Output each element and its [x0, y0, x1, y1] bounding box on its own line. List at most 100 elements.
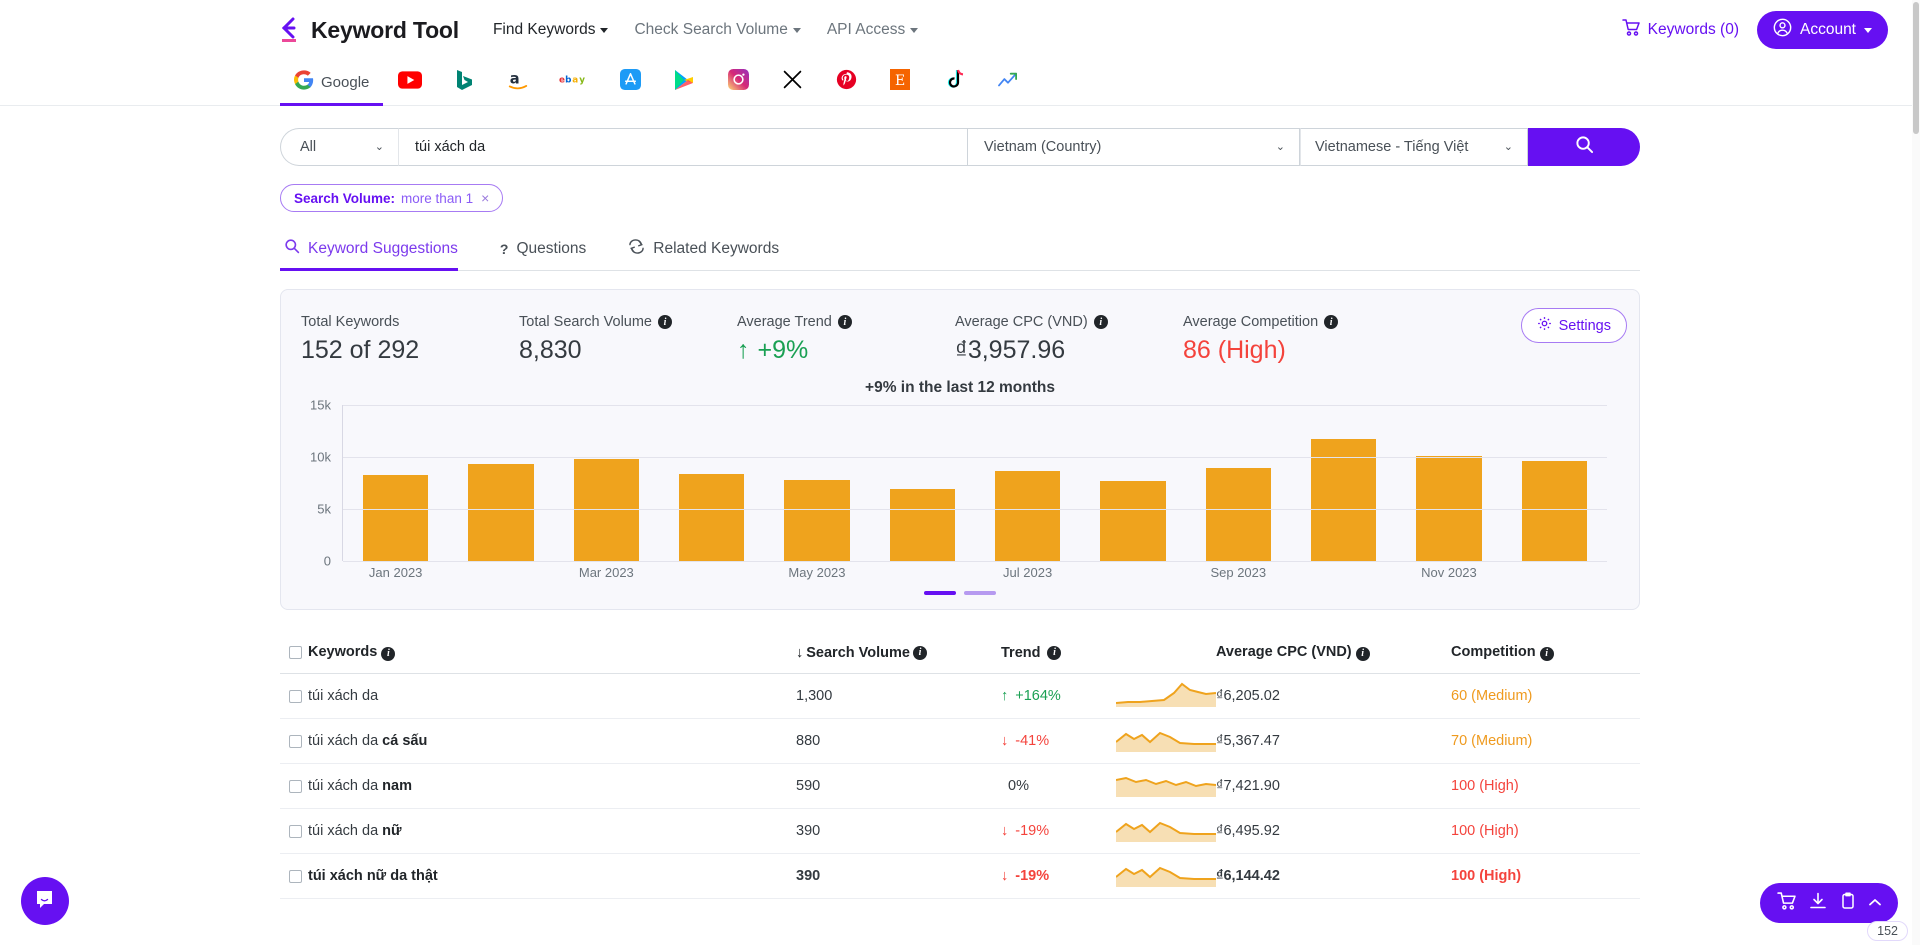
info-icon[interactable]: i	[837, 315, 852, 329]
chevron-down-icon	[600, 27, 609, 33]
select-all-checkbox[interactable]	[289, 646, 302, 659]
download-icon[interactable]	[1809, 892, 1827, 915]
close-icon[interactable]: ×	[481, 190, 489, 206]
cell-keyword[interactable]: túi xách da nam	[308, 778, 796, 794]
chevron-up-icon[interactable]	[1869, 894, 1881, 912]
chart-bar-cell[interactable]	[764, 405, 869, 561]
search-button[interactable]	[1528, 128, 1640, 166]
platform-tab-google-trends[interactable]	[981, 59, 1035, 105]
info-icon[interactable]: i	[912, 645, 927, 660]
column-header-competition[interactable]: Competition i	[1451, 644, 1631, 661]
row-checkbox[interactable]	[289, 689, 302, 703]
table-row[interactable]: túi xách da cá sấu 880 ↓ -41% ₫5,367.47 70 (M…	[280, 719, 1640, 764]
chart-bar-cell[interactable]	[975, 405, 1080, 561]
nav-api-access[interactable]: API Access	[827, 21, 919, 39]
page-scrollbar[interactable]	[1912, 0, 1920, 945]
chart-bar[interactable]	[994, 470, 1061, 561]
column-header-keywords[interactable]: Keywords i	[308, 644, 796, 661]
chart-bar-cell[interactable]	[343, 405, 448, 561]
row-checkbox[interactable]	[289, 779, 302, 793]
table-row[interactable]: túi xách da 1,300 ↑ +164% ₫6,205.02 60 (Mediu…	[280, 674, 1640, 719]
info-icon[interactable]: i	[1047, 645, 1062, 660]
stat-total-search-volume-label: Total Search Volume i	[519, 314, 737, 330]
row-checkbox[interactable]	[289, 869, 302, 883]
chart-bar-cell[interactable]	[554, 405, 659, 561]
nav-find-keywords[interactable]: Find Keywords	[493, 21, 609, 39]
platform-tab-bing[interactable]	[437, 59, 491, 105]
keywords-cart-button[interactable]: Keywords (0)	[1621, 19, 1739, 41]
chart-bar[interactable]	[573, 459, 639, 561]
platform-tab-app-store[interactable]	[603, 59, 657, 105]
chart-bar-cell[interactable]	[1502, 405, 1607, 561]
chart-bar-cell[interactable]	[659, 405, 764, 561]
tab-keyword-suggestions[interactable]: Keyword Suggestions	[280, 228, 474, 271]
platform-tab-ebay[interactable]: e b a y	[545, 59, 603, 105]
filter-chip-search-volume[interactable]: Search Volume: more than 1 ×	[280, 184, 504, 212]
trend-arrow-icon: ↓	[1001, 868, 1009, 884]
chart-bar-cell[interactable]	[1186, 405, 1291, 561]
info-icon[interactable]: i	[1355, 646, 1370, 661]
table-row[interactable]: túi xách da nam 590 0% ₫7,421.90 100 (High)	[280, 764, 1640, 809]
chart-bar-cell[interactable]	[448, 405, 553, 561]
info-icon[interactable]: i	[1324, 315, 1339, 329]
chart-bar[interactable]	[363, 474, 429, 561]
account-button[interactable]: Account	[1756, 11, 1888, 49]
cart-icon[interactable]	[1777, 891, 1796, 915]
platform-tab-youtube[interactable]	[383, 59, 437, 105]
chart-bar-cell[interactable]	[1291, 405, 1396, 561]
cell-keyword[interactable]: túi xách nữ da thật	[308, 868, 796, 884]
chevron-down-icon	[792, 27, 801, 33]
chart-bar[interactable]	[1100, 480, 1166, 561]
platform-tab-instagram[interactable]	[711, 59, 765, 105]
scrollbar-thumb[interactable]	[1913, 2, 1919, 134]
country-select[interactable]: Vietnam (Country) ⌄	[968, 128, 1300, 166]
scope-select[interactable]: All ⌄	[280, 128, 398, 166]
cell-keyword[interactable]: túi xách da nữ	[308, 823, 796, 839]
chart-bar[interactable]	[1205, 468, 1271, 561]
cell-keyword[interactable]: túi xách da cá sấu	[308, 733, 796, 749]
nav-check-search-volume[interactable]: Check Search Volume	[634, 21, 801, 39]
intercom-chat-launcher[interactable]	[21, 877, 69, 925]
info-icon[interactable]: i	[1539, 646, 1554, 661]
platform-tab-play-store[interactable]	[657, 59, 711, 105]
settings-button[interactable]: Settings	[1520, 308, 1627, 343]
chart-bar[interactable]	[889, 489, 955, 561]
platform-tab-amazon[interactable]: a	[491, 59, 545, 105]
copy-icon[interactable]	[1840, 891, 1856, 915]
language-select[interactable]: Vietnamese - Tiếng Việt ⌄	[1300, 128, 1528, 166]
platform-tab-google[interactable]: Google	[280, 59, 384, 106]
chart-bar[interactable]	[1521, 460, 1587, 561]
cart-icon	[1621, 19, 1640, 41]
cell-keyword[interactable]: túi xách da	[308, 688, 796, 704]
chart-bar-cell[interactable]	[1080, 405, 1185, 561]
chart-bar-cell[interactable]	[870, 405, 975, 561]
platform-tab-pinterest[interactable]	[819, 59, 873, 105]
tab-questions[interactable]: ? Questions	[496, 230, 602, 269]
chart-page-indicator[interactable]	[964, 591, 996, 595]
info-icon[interactable]: i	[381, 646, 396, 661]
cell-trend: ↓ -41%	[1001, 733, 1116, 749]
chart-bar[interactable]	[784, 479, 850, 561]
column-header-average-cpc[interactable]: Average CPC (VND) i	[1216, 644, 1451, 661]
cell-sparkline	[1115, 816, 1216, 847]
chart-bar[interactable]	[679, 474, 745, 561]
brand-logo[interactable]: Keyword Tool	[280, 17, 459, 44]
export-actions-bar[interactable]	[1760, 883, 1898, 923]
info-icon[interactable]: i	[658, 315, 672, 329]
chart-x-tick	[1502, 561, 1607, 583]
tab-related-keywords[interactable]: Related Keywords	[624, 229, 795, 270]
platform-tab-etsy[interactable]: E	[873, 59, 927, 105]
chart-page-indicator[interactable]	[924, 591, 956, 595]
chart-bar[interactable]	[468, 463, 534, 561]
row-checkbox[interactable]	[289, 734, 302, 748]
table-row[interactable]: túi xách nữ da thật 390 ↓ -19% ₫6,144.42 100 …	[280, 854, 1640, 899]
keyword-input[interactable]	[398, 128, 968, 166]
table-row[interactable]: túi xách da nữ 390 ↓ -19% ₫6,495.92 100 (High…	[280, 809, 1640, 854]
column-header-trend[interactable]: Trend i	[1001, 645, 1116, 661]
row-checkbox[interactable]	[289, 824, 302, 838]
info-icon[interactable]: i	[1093, 315, 1108, 329]
platform-tab-x[interactable]	[765, 59, 819, 105]
platform-tab-tiktok[interactable]	[927, 59, 981, 105]
column-header-search-volume[interactable]: ↓ Search Volume i	[796, 645, 1001, 661]
chart-bar-cell[interactable]	[1396, 405, 1501, 561]
